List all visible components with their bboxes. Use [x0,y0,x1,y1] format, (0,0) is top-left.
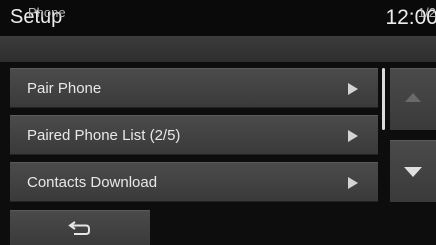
menu-item-contacts-download[interactable]: Contacts Download [10,162,378,202]
section-label: Phone [28,5,66,20]
scroll-down-button[interactable] [390,140,436,202]
chevron-right-icon [348,130,358,142]
section-header [0,36,436,62]
scroll-up-icon [405,93,421,102]
scrollbar-thumb[interactable] [382,68,385,130]
chevron-right-icon [348,177,358,189]
scroll-down-icon [404,167,422,177]
back-button[interactable] [10,210,150,245]
page-indicator: 1/2 [417,5,436,20]
menu-item-label: Pair Phone [27,80,102,97]
menu-item-pair-phone[interactable]: Pair Phone [10,68,378,108]
scroll-up-button[interactable] [390,68,436,130]
menu-item-label: Paired Phone List (2/5) [27,127,181,144]
menu-item-label: Contacts Download [27,174,158,191]
back-arrow-icon [68,221,90,235]
chevron-right-icon [348,83,358,95]
menu-item-paired-phone-list[interactable]: Paired Phone List (2/5) [10,115,378,155]
